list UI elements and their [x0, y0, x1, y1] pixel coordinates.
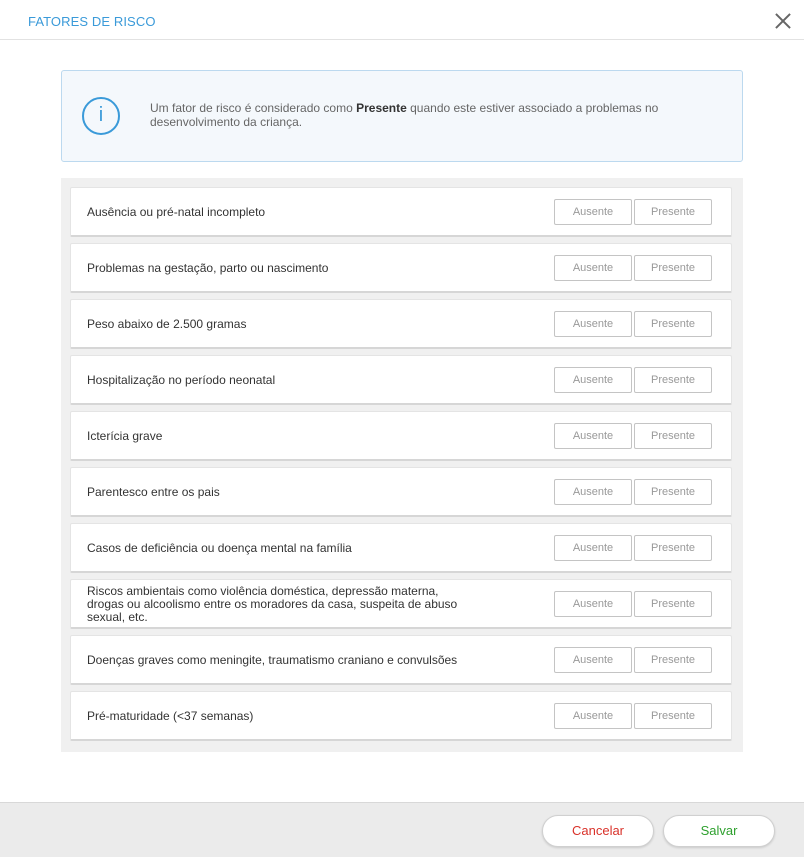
- risk-factor-label: Peso abaixo de 2.500 gramas: [87, 316, 247, 331]
- risk-factor-row: Riscos ambientais como violência domésti…: [70, 579, 732, 629]
- risk-factor-row: Doenças graves como meningite, traumatis…: [70, 635, 732, 685]
- modal-title: FATORES DE RISCO: [28, 14, 156, 29]
- risk-factor-label: Doenças graves como meningite, traumatis…: [87, 652, 458, 667]
- ausente-button[interactable]: Ausente: [554, 367, 632, 393]
- modal-header: FATORES DE RISCO: [0, 0, 804, 40]
- presente-button[interactable]: Presente: [634, 311, 712, 337]
- risk-factor-label: Riscos ambientais como violência domésti…: [87, 583, 458, 624]
- save-button[interactable]: Salvar: [663, 815, 775, 847]
- cancel-button[interactable]: Cancelar: [542, 815, 654, 847]
- risk-factor-row: Casos de deficiência ou doença mental na…: [70, 523, 732, 573]
- ausente-button[interactable]: Ausente: [554, 255, 632, 281]
- risk-factor-label: Parentesco entre os pais: [87, 484, 220, 499]
- risk-factor-label: Pré-maturidade (<37 semanas): [87, 708, 254, 723]
- presente-button[interactable]: Presente: [634, 479, 712, 505]
- ausente-button[interactable]: Ausente: [554, 591, 632, 617]
- ausente-button[interactable]: Ausente: [554, 535, 632, 561]
- risk-factor-label: Icterícia grave: [87, 428, 163, 443]
- risk-factor-label: Hospitalização no período neonatal: [87, 372, 276, 387]
- risk-factor-row: Hospitalização no período neonatal Ausen…: [70, 355, 732, 405]
- presente-button[interactable]: Presente: [634, 423, 712, 449]
- info-text-before: Um fator de risco é considerado como: [150, 101, 357, 115]
- risk-factor-row: Ausência ou pré-natal incompleto Ausente…: [70, 187, 732, 237]
- info-text: Um fator de risco é considerado como Pre…: [150, 101, 710, 129]
- risk-factor-label: Ausência ou pré-natal incompleto: [87, 204, 266, 219]
- presente-button[interactable]: Presente: [634, 703, 712, 729]
- ausente-button[interactable]: Ausente: [554, 479, 632, 505]
- presente-button[interactable]: Presente: [634, 367, 712, 393]
- presente-button[interactable]: Presente: [634, 535, 712, 561]
- info-box: i Um fator de risco é considerado como P…: [61, 70, 743, 162]
- presente-button[interactable]: Presente: [634, 591, 712, 617]
- risk-factor-row: Parentesco entre os pais Ausente Present…: [70, 467, 732, 517]
- risk-factor-row: Peso abaixo de 2.500 gramas Ausente Pres…: [70, 299, 732, 349]
- modal-footer: Cancelar Salvar: [0, 802, 804, 857]
- close-icon[interactable]: [774, 12, 792, 30]
- risk-factor-row: Pré-maturidade (<37 semanas) Ausente Pre…: [70, 691, 732, 741]
- presente-button[interactable]: Presente: [634, 647, 712, 673]
- info-text-bold: Presente: [356, 101, 407, 115]
- risk-factor-row: Icterícia grave Ausente Presente: [70, 411, 732, 461]
- risk-factor-list: Ausência ou pré-natal incompleto Ausente…: [61, 178, 743, 752]
- presente-button[interactable]: Presente: [634, 255, 712, 281]
- risk-factor-row: Problemas na gestação, parto ou nascimen…: [70, 243, 732, 293]
- risk-factor-label: Casos de deficiência ou doença mental na…: [87, 540, 352, 555]
- info-icon: i: [82, 97, 120, 135]
- ausente-button[interactable]: Ausente: [554, 423, 632, 449]
- ausente-button[interactable]: Ausente: [554, 199, 632, 225]
- risk-factor-label: Problemas na gestação, parto ou nascimen…: [87, 260, 329, 275]
- ausente-button[interactable]: Ausente: [554, 311, 632, 337]
- ausente-button[interactable]: Ausente: [554, 647, 632, 673]
- presente-button[interactable]: Presente: [634, 199, 712, 225]
- ausente-button[interactable]: Ausente: [554, 703, 632, 729]
